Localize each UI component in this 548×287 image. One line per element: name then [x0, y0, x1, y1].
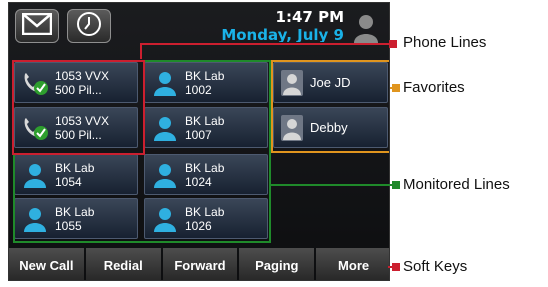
line-number: 1002	[185, 82, 212, 97]
phone-lines-callout: Phone Lines	[403, 34, 487, 51]
monitored-lines-callout: Monitored Lines	[403, 176, 510, 193]
phone-lines-callout-stem	[140, 43, 142, 59]
line-name: BK Lab	[55, 160, 95, 175]
favorite-name: Joe JD	[310, 74, 351, 90]
user-silhouette-icon	[354, 13, 378, 47]
line-number: 1007	[185, 127, 212, 142]
clock-icon	[76, 11, 102, 41]
line-name: 1053 VVX	[55, 68, 110, 83]
paging-soft-key[interactable]: Paging	[239, 248, 315, 280]
messages-button[interactable]	[15, 9, 59, 43]
registered-line-icon	[15, 70, 55, 96]
line-number: 1024	[185, 174, 212, 189]
monitored-line-key[interactable]: BK Lab 1024	[144, 154, 268, 195]
monitored-line-key[interactable]: BK Lab 1054	[14, 154, 138, 195]
envelope-icon	[21, 12, 53, 39]
line-number: 500 Pil...	[55, 82, 102, 97]
person-icon	[15, 206, 55, 232]
phone-line-key[interactable]: 1053 VVX 500 Pil...	[14, 107, 138, 148]
favorites-callout-dot	[392, 84, 400, 92]
status-date: Monday, July 9	[221, 26, 344, 42]
line-name: 1053 VVX	[55, 113, 110, 128]
line-number: 1026	[185, 218, 212, 233]
soft-keys-bar: New Call Redial Forward Paging More	[9, 248, 389, 280]
monitored-line-key[interactable]: BK Lab 1002	[144, 62, 268, 103]
redial-soft-key[interactable]: Redial	[85, 248, 161, 280]
person-icon	[145, 70, 185, 96]
contact-card-icon	[274, 114, 310, 141]
favorite-key[interactable]: Joe JD	[273, 62, 388, 103]
contact-card-icon	[274, 69, 310, 96]
monitored-lines-callout-dot	[392, 181, 400, 189]
registered-line-icon	[15, 115, 55, 141]
person-icon	[145, 206, 185, 232]
status-time: 1:47 PM	[275, 8, 344, 26]
line-number: 1054	[55, 174, 82, 189]
new-call-soft-key[interactable]: New Call	[9, 248, 84, 280]
favorite-name: Debby	[310, 119, 348, 135]
monitored-line-key[interactable]: BK Lab 1007	[144, 107, 268, 148]
monitored-line-key[interactable]: BK Lab 1055	[14, 198, 138, 239]
call-history-button[interactable]	[67, 9, 111, 43]
phone-lines-callout-line	[140, 43, 390, 45]
soft-keys-callout: Soft Keys	[403, 258, 468, 275]
phone-line-key[interactable]: 1053 VVX 500 Pil...	[14, 62, 138, 103]
favorite-key[interactable]: Debby	[273, 107, 388, 148]
phone-lines-callout-dot	[389, 40, 397, 48]
line-name: BK Lab	[185, 113, 225, 128]
person-icon	[145, 162, 185, 188]
soft-keys-callout-dot	[392, 263, 400, 271]
monitored-lines-callout-line	[270, 184, 394, 186]
line-number: 1055	[55, 218, 82, 233]
person-icon	[15, 162, 55, 188]
person-icon	[145, 115, 185, 141]
monitored-line-key[interactable]: BK Lab 1026	[144, 198, 268, 239]
line-name: BK Lab	[185, 160, 225, 175]
forward-soft-key[interactable]: Forward	[162, 248, 238, 280]
line-name: BK Lab	[185, 68, 225, 83]
line-number: 500 Pil...	[55, 127, 102, 142]
favorites-callout: Favorites	[403, 79, 465, 96]
line-name: BK Lab	[55, 204, 95, 219]
more-soft-key[interactable]: More	[316, 248, 389, 280]
line-name: BK Lab	[185, 204, 225, 219]
